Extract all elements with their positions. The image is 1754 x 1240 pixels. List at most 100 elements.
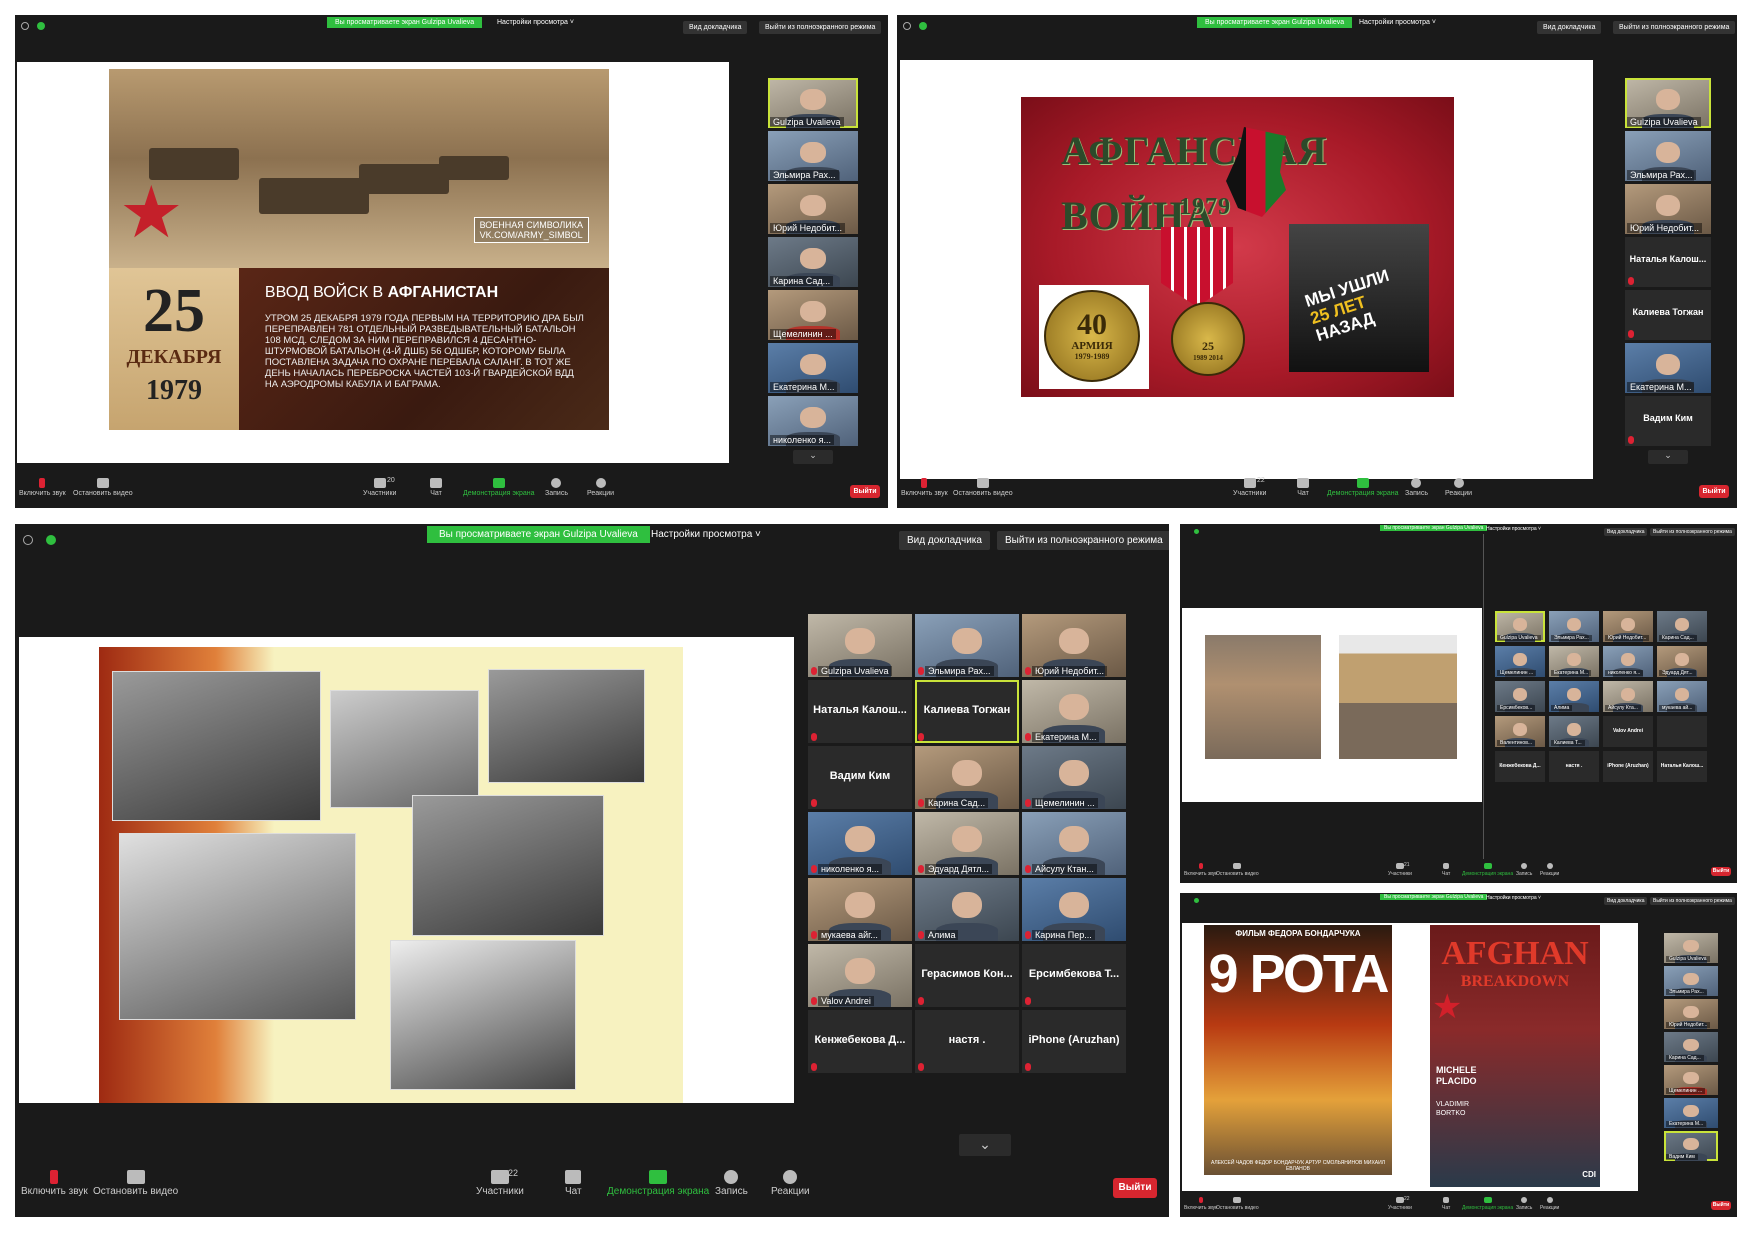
participant-tile[interactable]: Карина Сад... [1657, 611, 1707, 642]
unmute-button[interactable]: Включить звук [19, 478, 66, 497]
participant-tile[interactable]: Valov Andrei [1603, 716, 1653, 747]
leave-button[interactable]: Выйти [1711, 1201, 1731, 1210]
shield-icon[interactable] [46, 535, 56, 545]
participant-tile[interactable]: Кенжебекова Д... [808, 1010, 912, 1073]
participant-tile[interactable]: Юрий Недобит... [768, 184, 858, 234]
unmute-button[interactable]: Включить звук [901, 478, 948, 497]
reactions-button[interactable]: Реакции [587, 478, 614, 497]
speaker-view-button[interactable]: Вид докладчика [1604, 897, 1648, 905]
chat-button[interactable]: Чат [1442, 1197, 1450, 1211]
chat-button[interactable]: Чат [1297, 478, 1309, 497]
participant-tile[interactable]: Екатерина М... [1664, 1098, 1718, 1128]
leave-button[interactable]: Выйти [850, 485, 880, 498]
shield-icon[interactable] [919, 22, 927, 30]
participant-tile[interactable]: Екатерина М... [1022, 680, 1126, 743]
view-options-menu[interactable]: Настройки просмотра ˅ [1486, 526, 1541, 532]
participant-tile[interactable]: iPhone (Aruzhan) [1603, 751, 1653, 782]
unmute-button[interactable]: Включить звук [1184, 863, 1217, 877]
participant-tile[interactable] [1657, 716, 1707, 747]
participant-tile[interactable]: настя . [1549, 751, 1599, 782]
stop-video-button[interactable]: Остановить видео [93, 1170, 178, 1197]
participant-tile[interactable]: Наталья Калош... [808, 680, 912, 743]
reactions-button[interactable]: Реакции [1540, 1197, 1559, 1211]
participant-tile[interactable]: Ерсимбеков... [1495, 681, 1545, 712]
chevron-down-icon[interactable]: ⌄ [1648, 450, 1688, 464]
leave-button[interactable]: Выйти [1113, 1178, 1157, 1198]
participant-tile[interactable]: Айсулу Кта... [1603, 681, 1653, 712]
reactions-button[interactable]: Реакции [1540, 863, 1559, 877]
exit-fullscreen-button[interactable]: Выйти из полноэкранного режима [759, 21, 882, 34]
participant-tile[interactable]: Gulzipa Uvalieva [808, 614, 912, 677]
participant-tile[interactable]: Эльмира Рах... [915, 614, 1019, 677]
share-screen-button[interactable]: Демонстрация экрана [463, 478, 535, 497]
exit-fullscreen-button[interactable]: Выйти из полноэкранного режима [1650, 528, 1735, 536]
participant-tile[interactable]: Gulzipa Uvalieva [1664, 933, 1718, 963]
exit-fullscreen-button[interactable]: Выйти из полноэкранного режима [1650, 897, 1735, 905]
participant-tile[interactable]: Юрий Недобит... [1022, 614, 1126, 677]
chevron-down-icon[interactable]: ⌄ [793, 450, 833, 464]
chevron-down-icon[interactable]: ⌄ [959, 1134, 1011, 1156]
speaker-view-button[interactable]: Вид докладчика [1537, 21, 1602, 34]
reactions-button[interactable]: Реакции [771, 1170, 810, 1197]
participant-tile[interactable]: николенко я... [768, 396, 858, 446]
share-screen-button[interactable]: Демонстрация экрана [1327, 478, 1399, 497]
record-button[interactable]: Запись [545, 478, 568, 497]
shield-icon[interactable] [37, 22, 45, 30]
participant-tile[interactable]: Екатерина М... [1625, 343, 1711, 393]
shield-icon[interactable] [1194, 529, 1199, 534]
participant-tile[interactable]: Карина Пер... [1022, 878, 1126, 941]
participant-tile[interactable]: Valov Andrei [808, 944, 912, 1007]
participant-tile[interactable]: Эльмира Рах... [1625, 131, 1711, 181]
share-screen-button[interactable]: Демонстрация экрана [1462, 1197, 1513, 1211]
participant-tile[interactable]: Герасимов Кон... [915, 944, 1019, 1007]
participant-tile[interactable]: Эдуард Дятл... [915, 812, 1019, 875]
participant-tile[interactable]: Щемелинин ... [768, 290, 858, 340]
participant-tile[interactable]: Валентинов... [1495, 716, 1545, 747]
participant-tile[interactable]: Карина Сад... [768, 237, 858, 287]
participant-tile[interactable]: Юрий Недобит... [1603, 611, 1653, 642]
participant-tile[interactable]: Вадим Ким [808, 746, 912, 809]
participant-tile[interactable]: Екатерина М... [768, 343, 858, 393]
speaker-view-button[interactable]: Вид докладчика [899, 531, 990, 550]
chat-button[interactable]: Чат [565, 1170, 582, 1197]
exit-fullscreen-button[interactable]: Выйти из полноэкранного режима [1613, 21, 1736, 34]
participant-tile[interactable]: Эльмира Рах... [1549, 611, 1599, 642]
participant-tile[interactable]: Эльмира Рах... [768, 131, 858, 181]
participant-tile[interactable]: Алима [915, 878, 1019, 941]
unmute-button[interactable]: Включить звук [1184, 1197, 1217, 1211]
exit-fullscreen-button[interactable]: Выйти из полноэкранного режима [997, 531, 1169, 550]
participant-tile[interactable]: Щемелинин ... [1495, 646, 1545, 677]
participant-tile[interactable]: Эдуард Дят... [1657, 646, 1707, 677]
participant-tile[interactable]: Наталья Калош... [1657, 751, 1707, 782]
participant-tile[interactable]: Щемелинин ... [1022, 746, 1126, 809]
participant-tile[interactable]: Юрий Недобит... [1625, 184, 1711, 234]
participant-tile[interactable]: Наталья Калош... [1625, 237, 1711, 287]
view-options-menu[interactable]: Настройки просмотра ˅ [1486, 895, 1541, 901]
participant-tile[interactable]: Калиева Тогжан [915, 680, 1019, 743]
speaker-view-button[interactable]: Вид докладчика [1604, 528, 1648, 536]
participant-tile[interactable]: мукаева айг... [808, 878, 912, 941]
participant-tile[interactable]: Gulzipa Uvalieva [1495, 611, 1545, 642]
record-button[interactable]: Запись [1516, 863, 1532, 877]
info-icon[interactable] [21, 22, 29, 30]
participant-tile[interactable]: мукаева ай... [1657, 681, 1707, 712]
participant-tile[interactable]: Щемелинин ... [1664, 1065, 1718, 1095]
share-screen-button[interactable]: Демонстрация экрана [607, 1170, 709, 1197]
shield-icon[interactable] [1194, 898, 1199, 903]
view-options-menu[interactable]: Настройки просмотра ˅ [497, 19, 574, 26]
chat-button[interactable]: Чат [1442, 863, 1450, 877]
participant-tile[interactable]: Карина Сад... [1664, 1032, 1718, 1062]
record-button[interactable]: Запись [1405, 478, 1428, 497]
leave-button[interactable]: Выйти [1711, 867, 1731, 876]
unmute-button[interactable]: Включить звук [21, 1170, 88, 1197]
share-screen-button[interactable]: Демонстрация экрана [1462, 863, 1513, 877]
participant-tile[interactable]: Калиева Тогжан [1625, 290, 1711, 340]
record-button[interactable]: Запись [1516, 1197, 1532, 1211]
participant-tile[interactable]: Айсулу Ктан... [1022, 812, 1126, 875]
info-icon[interactable] [903, 22, 911, 30]
participant-tile[interactable]: Юрий Недобит... [1664, 999, 1718, 1029]
participant-tile[interactable]: Кенжебекова Д... [1495, 751, 1545, 782]
speaker-view-button[interactable]: Вид докладчика [683, 21, 748, 34]
view-options-menu[interactable]: Настройки просмотра ˅ [1359, 19, 1436, 26]
view-options-menu[interactable]: Настройки просмотра ˅ [651, 529, 761, 540]
